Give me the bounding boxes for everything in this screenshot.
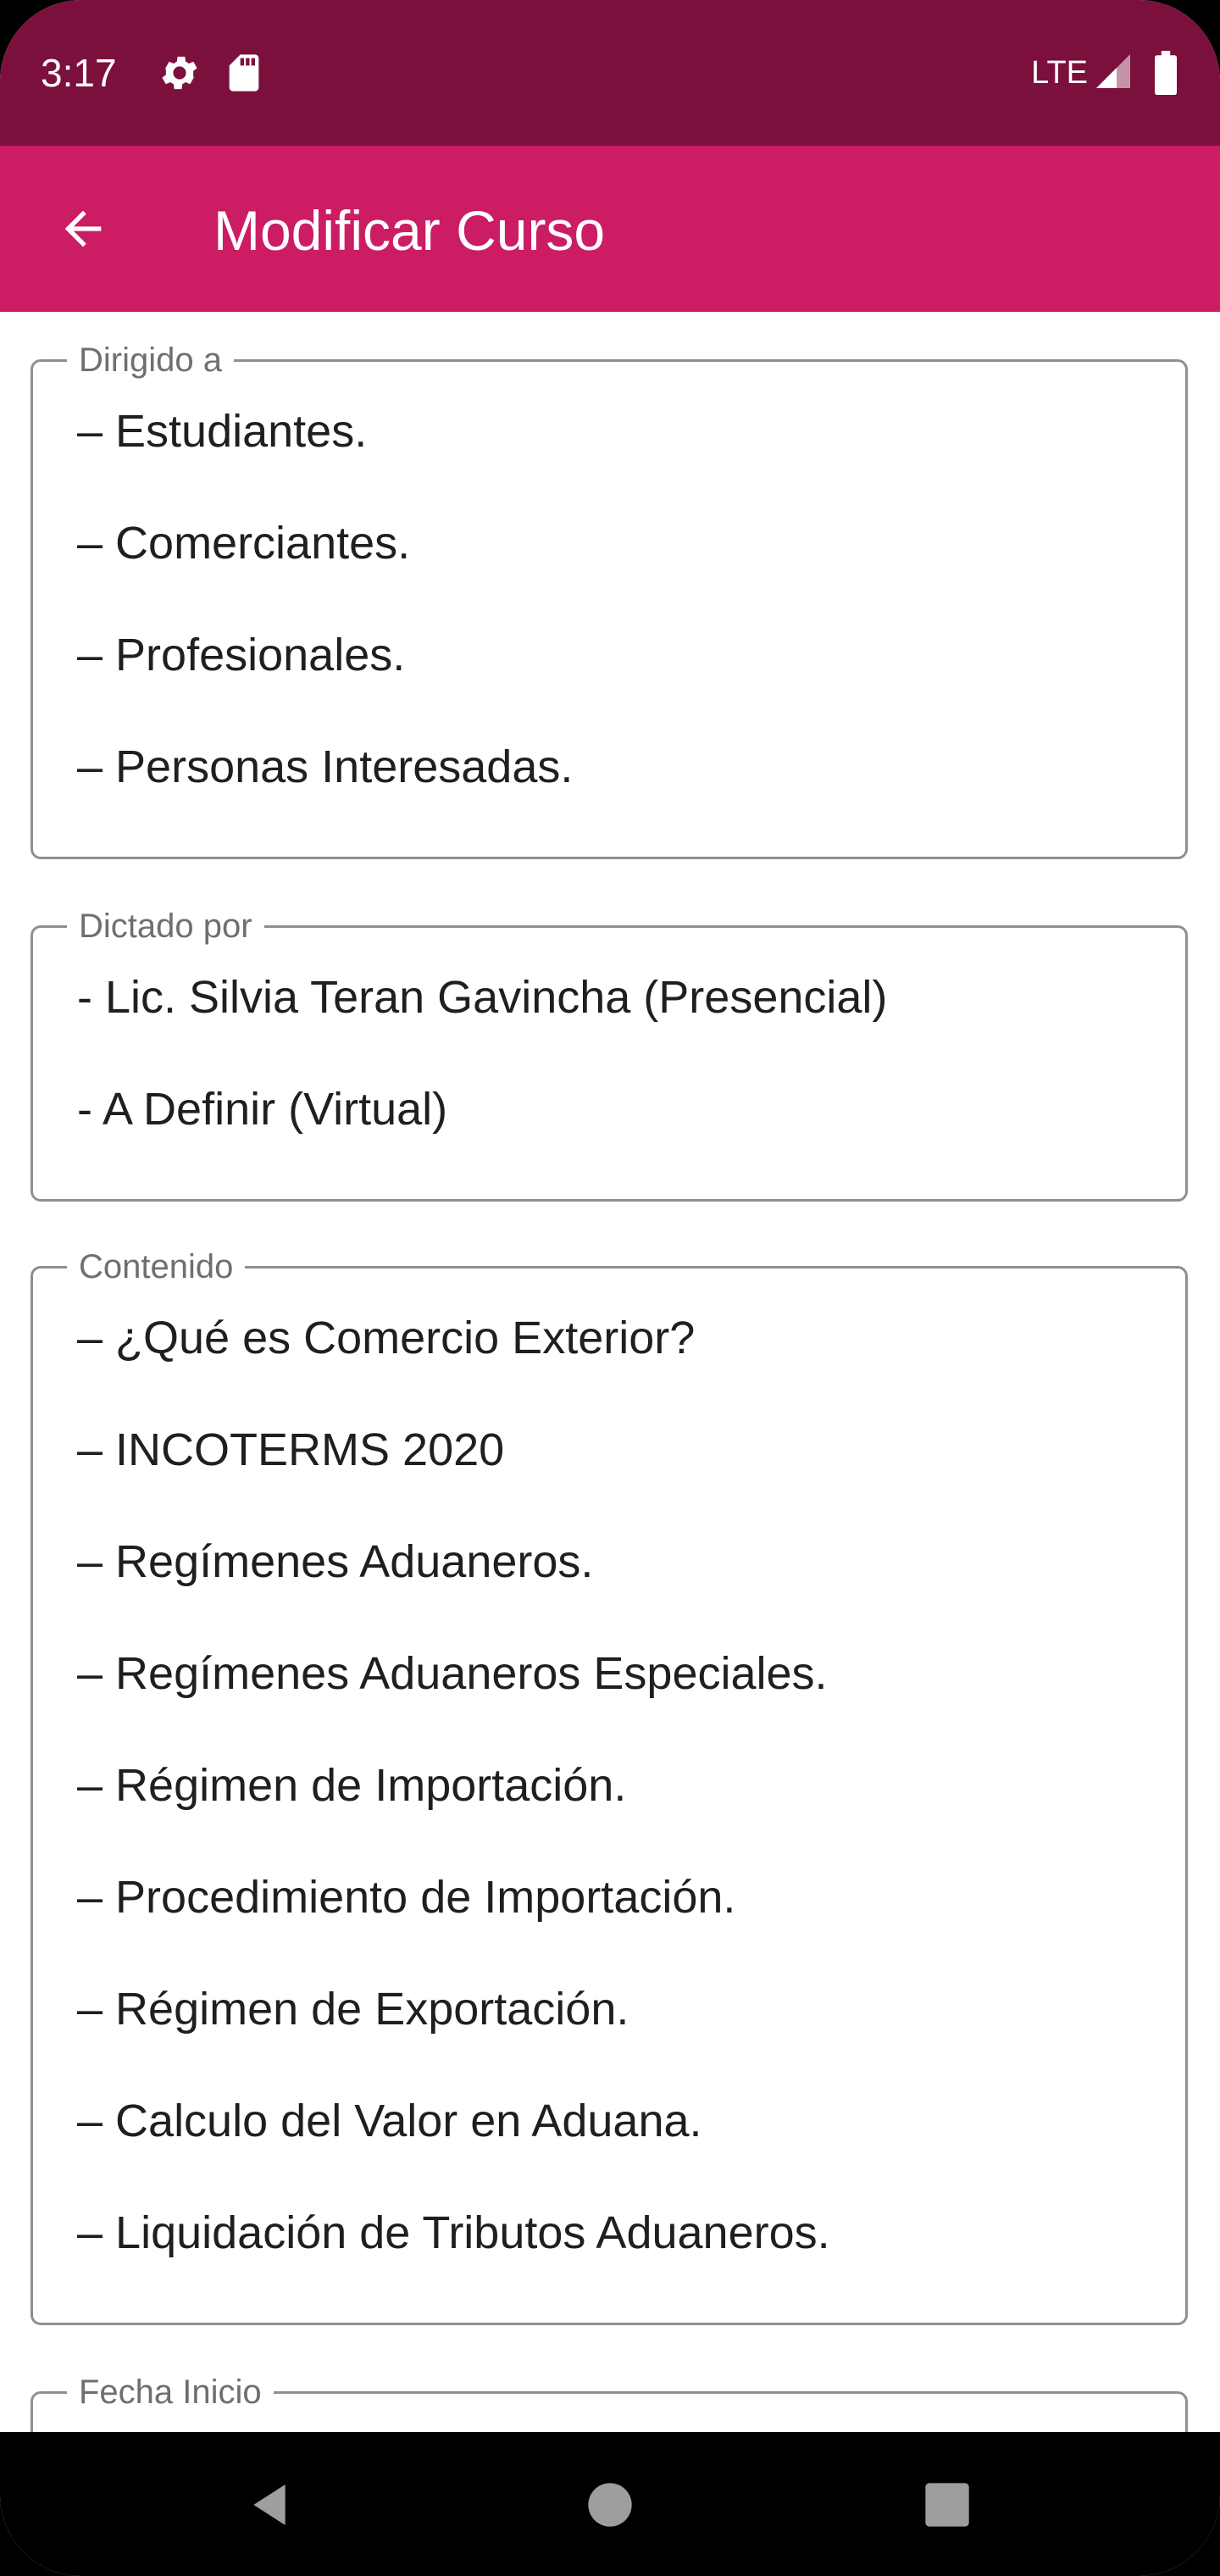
app-bar: Modificar Curso xyxy=(0,146,1220,312)
home-circle-icon xyxy=(588,2483,632,2527)
field-label: Dictado por xyxy=(67,904,264,948)
sd-card-icon xyxy=(222,51,266,95)
arrow-back-icon xyxy=(64,210,102,247)
field-text: - Lic. Silvia Teran Gavincha (Presencial… xyxy=(77,967,1151,1191)
status-time: 3:17 xyxy=(41,51,117,95)
field-line: – Calculo del Valor en Aduana. xyxy=(77,2096,702,2146)
settings-icon xyxy=(158,51,202,95)
field-line: – ¿Qué es Comercio Exterior? xyxy=(77,1313,696,1363)
field-line: – Profesionales. xyxy=(77,630,406,680)
phone-screen: 3:17 LTE Modificar Curso Dirigido a – Es… xyxy=(0,0,1220,2576)
field-fecha-inicio[interactable]: Fecha Inicio xyxy=(30,2370,1188,2432)
field-line: – Liquidación de Tributos Aduaneros. xyxy=(77,2207,830,2258)
navigation-bar xyxy=(0,2432,1220,2576)
form-content[interactable]: Dirigido a – Estudiantes. – Comerciantes… xyxy=(0,312,1220,2432)
field-line: – Regímenes Aduaneros. xyxy=(77,1536,594,1587)
nav-back-button[interactable] xyxy=(227,2462,312,2547)
field-line: – Procedimiento de Importación. xyxy=(77,1872,736,1923)
field-contenido[interactable]: Contenido – ¿Qué es Comercio Exterior? –… xyxy=(30,1245,1188,2325)
back-triangle-icon xyxy=(253,2484,286,2525)
field-line: – Régimen de Importación. xyxy=(77,1760,627,1811)
back-button[interactable] xyxy=(34,180,132,278)
field-line: – Regímenes Aduaneros Especiales. xyxy=(77,1648,828,1699)
field-line: – INCOTERMS 2020 xyxy=(77,1424,505,1475)
field-label: Fecha Inicio xyxy=(67,2370,274,2414)
network-type-label: LTE xyxy=(1031,55,1088,91)
field-line: - A Definir (Virtual) xyxy=(77,1084,448,1135)
field-text: – ¿Qué es Comercio Exterior? – INCOTERMS… xyxy=(77,1307,1151,2314)
field-dictado-por[interactable]: Dictado por - Lic. Silvia Teran Gavincha… xyxy=(30,904,1188,1202)
status-bar: 3:17 LTE xyxy=(0,0,1220,146)
field-line: – Comerciantes. xyxy=(77,518,411,569)
field-line: – Régimen de Exportación. xyxy=(77,1984,629,2035)
field-line: – Estudiantes. xyxy=(77,406,368,457)
nav-home-button[interactable] xyxy=(568,2462,652,2547)
field-dirigido-a[interactable]: Dirigido a – Estudiantes. – Comerciantes… xyxy=(30,338,1188,859)
recents-square-icon xyxy=(925,2483,969,2527)
field-line: – Personas Interesadas. xyxy=(77,741,574,792)
signal-icon xyxy=(1093,51,1137,95)
nav-recents-button[interactable] xyxy=(905,2462,990,2547)
field-text: – Estudiantes. – Comerciantes. – Profesi… xyxy=(77,401,1151,848)
field-label: Contenido xyxy=(67,1245,246,1289)
field-label: Dirigido a xyxy=(67,338,234,382)
battery-icon xyxy=(1149,51,1193,95)
page-title: Modificar Curso xyxy=(214,199,606,262)
field-line: - Lic. Silvia Teran Gavincha (Presencial… xyxy=(77,972,888,1023)
